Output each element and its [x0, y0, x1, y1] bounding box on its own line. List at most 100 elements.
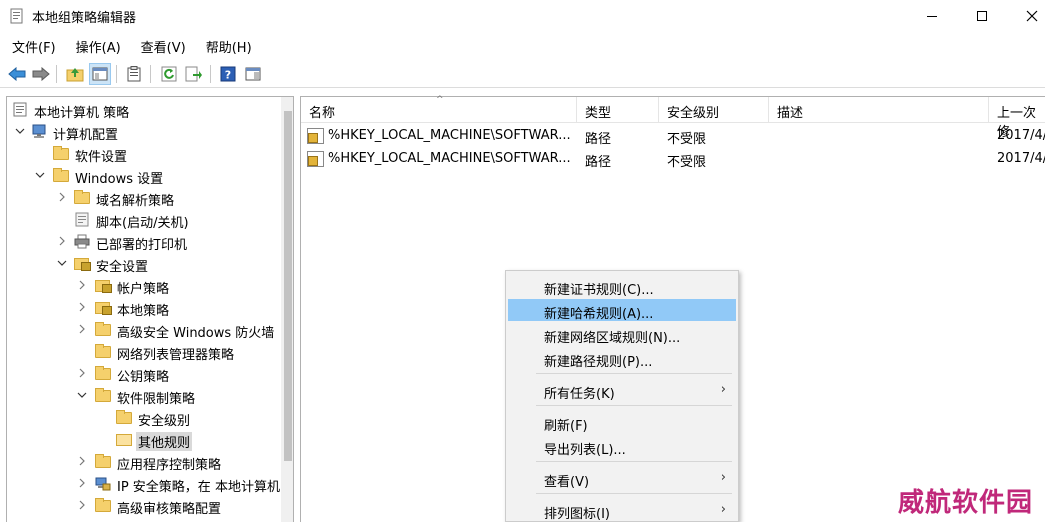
chevron-right-icon[interactable]	[57, 192, 67, 202]
column-header-security-level[interactable]: 安全级别	[659, 97, 769, 123]
help-icon: ?	[220, 66, 236, 82]
menu-action[interactable]: 操作(A)	[64, 34, 129, 56]
export-list-icon	[185, 66, 202, 82]
tree-item-ip-security[interactable]: IP 安全策略，在 本地计算机	[7, 473, 281, 495]
menu-item-new-path-rule[interactable]: 新建路径规则(P)...	[508, 347, 736, 370]
chevron-right-icon[interactable]	[77, 368, 87, 378]
column-header-last-modified[interactable]: 上一次修	[989, 97, 1045, 140]
tree-item-security-settings[interactable]: 安全设置	[7, 253, 281, 275]
properties-button[interactable]	[123, 63, 145, 85]
computer-policy-icon	[13, 102, 27, 117]
back-icon	[8, 67, 26, 81]
maximize-button[interactable]	[958, 0, 1006, 32]
tree-item-label: 已部署的打印机	[96, 238, 188, 253]
svg-text:?: ?	[225, 69, 231, 82]
tree-item-advanced-audit[interactable]: 高级审核策略配置	[7, 495, 281, 517]
menu-file[interactable]: 文件(F)	[0, 34, 64, 56]
list-header: 名称 ^ 类型 安全级别 描述 上一次修	[301, 95, 1045, 140]
tree-item-network-list-manager[interactable]: 网络列表管理器策略	[7, 341, 281, 363]
forward-button[interactable]	[30, 63, 52, 85]
toolbar-separator	[150, 65, 151, 83]
tree-item-computer-config[interactable]: 计算机配置	[7, 121, 281, 143]
tree-item-label: 公钥策略	[117, 370, 170, 385]
menu-item-new-hash-rule[interactable]: 新建哈希规则(A)...	[508, 299, 736, 322]
action-pane-icon	[245, 67, 261, 81]
tree-item-software-restriction[interactable]: 软件限制策略	[7, 385, 281, 407]
tree-item-software-settings[interactable]: 软件设置	[7, 143, 281, 165]
tree-item-scripts[interactable]: 脚本(启动/关机)	[7, 209, 281, 231]
menu-item-refresh[interactable]: 刷新(F)	[508, 411, 736, 434]
tree-item-label: 高级审核策略配置	[117, 502, 222, 517]
tree-item-windows-settings[interactable]: Windows 设置	[7, 165, 281, 187]
tree-scrollbar[interactable]	[281, 97, 293, 522]
menu-help[interactable]: 帮助(H)	[194, 34, 260, 56]
tree-item-deployed-printers[interactable]: 已部署的打印机	[7, 231, 281, 253]
tree-item-firewall[interactable]: 高级安全 Windows 防火墙	[7, 319, 281, 341]
chevron-down-icon[interactable]	[15, 126, 25, 136]
tree-item-local-computer-policy[interactable]: 本地计算机 策略	[7, 99, 281, 121]
tree-item-app-control[interactable]: 应用程序控制策略	[7, 451, 281, 473]
tree-item-additional-rules[interactable]: 其他规则	[7, 429, 281, 451]
chevron-right-icon[interactable]	[57, 236, 67, 246]
table-row[interactable]: %HKEY_LOCAL_MACHINE\SOFTWAR... 路径 不受限 20…	[301, 148, 1045, 170]
tree-item-local-policies[interactable]: 本地策略	[7, 297, 281, 319]
chevron-right-icon[interactable]	[77, 500, 87, 510]
action-pane-button[interactable]	[242, 63, 264, 85]
tree-item-label: Windows 设置	[75, 172, 164, 187]
menu-item-view[interactable]: 查看(V) ›	[508, 467, 736, 490]
menu-bar: 文件(F) 操作(A) 查看(V) 帮助(H)	[0, 34, 1045, 56]
tree-item-name-resolution-policy[interactable]: 域名解析策略	[7, 187, 281, 209]
column-header-type[interactable]: 类型	[577, 97, 659, 123]
menu-item-export-list[interactable]: 导出列表(L)...	[508, 435, 736, 458]
minimize-button[interactable]	[908, 0, 956, 32]
toolbar-separator	[116, 65, 117, 83]
menu-separator	[536, 493, 732, 494]
close-button[interactable]	[1008, 0, 1045, 32]
path-rule-icon	[307, 128, 324, 144]
lock-folder-icon	[95, 280, 112, 293]
chevron-right-icon[interactable]	[77, 302, 87, 312]
show-hide-tree-button[interactable]	[89, 63, 111, 85]
row-type: 路径	[585, 155, 612, 170]
row-type: 路径	[585, 132, 612, 147]
chevron-down-icon[interactable]	[57, 258, 67, 268]
watermark: 威航软件园	[898, 488, 1034, 518]
chevron-right-icon[interactable]	[77, 456, 87, 466]
menu-item-all-tasks[interactable]: 所有任务(K) ›	[508, 379, 736, 402]
menu-view[interactable]: 查看(V)	[129, 34, 194, 56]
chevron-right-icon: ›	[720, 502, 726, 517]
chevron-right-icon[interactable]	[77, 478, 87, 488]
context-menu: 新建证书规则(C)... 新建哈希规则(A)... 新建网络区域规则(N)...…	[505, 270, 739, 522]
back-button[interactable]	[6, 63, 28, 85]
tree-item-label: 帐户策略	[117, 282, 170, 297]
tree-item-label: 脚本(启动/关机)	[96, 216, 189, 231]
forward-icon	[32, 67, 50, 81]
up-folder-button[interactable]	[64, 63, 86, 85]
folder-icon	[95, 454, 111, 468]
menu-item-arrange-icons[interactable]: 排列图标(I) ›	[508, 499, 736, 522]
tree-item-public-key-policies[interactable]: 公钥策略	[7, 363, 281, 385]
refresh-icon	[161, 66, 177, 82]
chevron-down-icon[interactable]	[35, 170, 45, 180]
tree-item-label: 高级安全 Windows 防火墙	[117, 326, 275, 341]
tree-item-label: 软件限制策略	[117, 392, 196, 407]
chevron-down-icon[interactable]	[77, 390, 87, 400]
menu-item-new-network-zone-rule[interactable]: 新建网络区域规则(N)...	[508, 323, 736, 346]
tree-item-label: IP 安全策略，在 本地计算机	[117, 480, 280, 495]
tree-item-security-levels[interactable]: 安全级别	[7, 407, 281, 429]
refresh-button[interactable]	[158, 63, 180, 85]
menu-item-new-certificate-rule[interactable]: 新建证书规则(C)...	[508, 275, 736, 298]
folder-icon	[95, 498, 111, 512]
tree-scrollbar-thumb[interactable]	[284, 111, 292, 461]
console-tree[interactable]: 本地计算机 策略 计算机配置 软件设置 Windows 设置 域名解析策略 脚本…	[6, 96, 294, 522]
chevron-right-icon[interactable]	[77, 280, 87, 290]
chevron-right-icon[interactable]	[77, 324, 87, 334]
help-button[interactable]: ?	[217, 63, 239, 85]
tree-item-account-policies[interactable]: 帐户策略	[7, 275, 281, 297]
column-header-name[interactable]: 名称 ^	[301, 95, 577, 123]
close-icon	[1026, 10, 1038, 22]
export-list-button[interactable]	[183, 63, 205, 85]
toolbar-separator	[210, 65, 211, 83]
column-header-description[interactable]: 描述	[769, 97, 989, 123]
table-row[interactable]: %HKEY_LOCAL_MACHINE\SOFTWAR... 路径 不受限 20…	[301, 125, 1045, 147]
